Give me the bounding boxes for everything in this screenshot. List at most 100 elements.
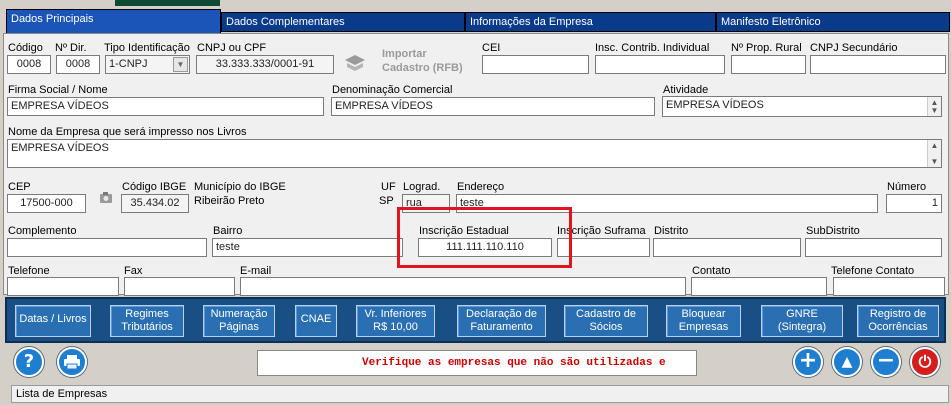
- codigo-field[interactable]: 0008: [7, 55, 51, 74]
- complemento-label: Complemento: [8, 225, 77, 237]
- button-label: Vr. Inferiores: [364, 308, 427, 320]
- status-text: Lista de Empresas: [16, 388, 108, 400]
- add-icon[interactable]: +: [793, 347, 823, 377]
- status-bar: Lista de Empresas: [11, 385, 949, 403]
- email-label: E-mail: [240, 265, 272, 277]
- registro-ocorrencias-button[interactable]: Registro de Ocorrências: [857, 305, 939, 337]
- num-dir-field[interactable]: 0008: [56, 55, 100, 74]
- denominacao-comercial-field[interactable]: EMPRESA VÍDEOS: [331, 97, 655, 116]
- printer-glyph: [64, 355, 80, 370]
- email-field[interactable]: [240, 277, 686, 296]
- button-label: Registro de: [869, 308, 927, 320]
- importar-cadastro-button[interactable]: Importar Cadastro (RFB): [340, 48, 470, 80]
- regimes-tributarios-button[interactable]: Regimes Tributários: [110, 305, 184, 337]
- print-icon[interactable]: [57, 347, 87, 377]
- scroll-down-icon[interactable]: ▼: [928, 106, 941, 115]
- tab-label: Dados Principais: [11, 13, 94, 25]
- tab-manifesto-eletronico[interactable]: Manifesto Eletrônico: [716, 12, 950, 32]
- button-label: Sócios: [589, 321, 623, 333]
- button-label: Cadastro de: [576, 308, 636, 320]
- codigo-label: Código: [8, 42, 43, 54]
- numero-field[interactable]: 1: [886, 194, 942, 213]
- button-label: Declaração de: [466, 308, 537, 320]
- cnpj-secundario-label: CNPJ Secundário: [810, 42, 898, 54]
- button-label: CNAE: [300, 313, 332, 325]
- cnpj-secundario-field[interactable]: [810, 55, 946, 74]
- bloquear-empresas-button[interactable]: Bloquear Empresas: [666, 305, 741, 337]
- distrito-field[interactable]: [653, 238, 801, 257]
- button-label: Ocorrências: [868, 321, 928, 333]
- cei-field[interactable]: [482, 55, 589, 74]
- cnpj-cpf-label: CNPJ ou CPF: [197, 42, 267, 54]
- help-icon[interactable]: ?: [14, 347, 44, 377]
- bairro-field[interactable]: teste: [212, 238, 403, 257]
- insc-contrib-field[interactable]: [595, 55, 725, 74]
- cep-field[interactable]: 17500-000: [7, 194, 86, 213]
- tipo-identificacao-select[interactable]: 1-CNPJ ▼: [105, 55, 190, 74]
- contato-label: Contato: [692, 265, 731, 277]
- telefone-contato-field[interactable]: [833, 277, 945, 296]
- button-label: R$ 10,00: [373, 321, 418, 333]
- cnae-button[interactable]: CNAE: [295, 305, 337, 337]
- scroll-down-icon[interactable]: ▼: [928, 157, 941, 166]
- fax-field[interactable]: [124, 277, 235, 296]
- button-label: Faturamento: [470, 321, 533, 333]
- atividade-value: EMPRESA VÍDEOS: [666, 99, 764, 111]
- nome-livros-value: EMPRESA VÍDEOS: [11, 142, 109, 154]
- tab-dados-principais[interactable]: Dados Principais: [6, 9, 221, 33]
- nome-livros-field[interactable]: EMPRESA VÍDEOS ▲ ▼: [7, 139, 942, 168]
- subdistrito-field[interactable]: [805, 238, 942, 257]
- uf-value: SP: [379, 195, 394, 207]
- tab-bar: Dados Principais Dados Complementares In…: [0, 0, 951, 33]
- codigo-ibge-label: Código IBGE: [122, 181, 187, 193]
- inscricao-estadual-highlight: [397, 207, 572, 268]
- distrito-label: Distrito: [654, 225, 689, 237]
- button-label: Tributários: [121, 321, 173, 333]
- cei-label: CEI: [482, 42, 501, 54]
- tab-informacoes-empresa[interactable]: Informações da Empresa: [465, 12, 716, 32]
- telefone-field[interactable]: [7, 277, 119, 296]
- power-icon[interactable]: ⏻: [910, 347, 940, 377]
- tab-strip-decoration: [115, 0, 220, 6]
- firma-social-field[interactable]: EMPRESA VÍDEOS: [7, 97, 324, 116]
- telefone-contato-label: Telefone Contato: [831, 265, 915, 277]
- insc-contrib-label: Insc. Contrib. Individual: [595, 42, 710, 54]
- up-arrow-icon[interactable]: ▲: [832, 347, 862, 377]
- button-label: Páginas: [219, 321, 259, 333]
- complemento-field[interactable]: [7, 238, 207, 257]
- numeracao-paginas-button[interactable]: Numeração Páginas: [203, 305, 275, 337]
- tipo-identificacao-value: 1-CNPJ: [109, 58, 148, 70]
- tab-label: Informações da Empresa: [470, 16, 593, 28]
- button-label: Datas / Livros: [19, 313, 87, 325]
- atividade-scrollbar[interactable]: ▲ ▼: [927, 97, 941, 116]
- atividade-field[interactable]: EMPRESA VÍDEOS ▲ ▼: [662, 96, 942, 117]
- prop-rural-field[interactable]: [731, 55, 806, 74]
- municipio-ibge-value: Ribeirão Preto: [194, 195, 265, 207]
- datas-livros-button[interactable]: Datas / Livros: [15, 305, 91, 337]
- chevron-down-icon[interactable]: ▼: [173, 57, 188, 72]
- tipo-identificacao-label: Tipo Identificação: [104, 42, 190, 54]
- vr-inferiores-button[interactable]: Vr. Inferiores R$ 10,00: [356, 305, 435, 337]
- nome-livros-scrollbar[interactable]: ▲ ▼: [927, 140, 941, 167]
- num-dir-label: Nº Dir.: [55, 42, 87, 54]
- button-label: Regimes: [125, 308, 169, 320]
- message-banner: Verifique as empresas que não são utiliz…: [257, 350, 697, 376]
- tab-dados-complementares[interactable]: Dados Complementares: [221, 12, 465, 32]
- gnre-sintegra-button[interactable]: GNRE (Sintegra): [761, 305, 843, 337]
- municipio-ibge-label: Município do IBGE: [194, 181, 286, 193]
- declaracao-faturamento-button[interactable]: Declaração de Faturamento: [457, 305, 546, 337]
- contato-field[interactable]: [691, 277, 827, 296]
- cep-label: CEP: [8, 181, 31, 193]
- endereco-label: Endereço: [457, 181, 505, 193]
- tab-label: Dados Complementares: [226, 16, 345, 28]
- cadastro-socios-button[interactable]: Cadastro de Sócios: [564, 305, 648, 337]
- ibge-lookup-icon[interactable]: [98, 190, 116, 206]
- import-rfb-icon: [345, 55, 365, 71]
- scroll-up-icon[interactable]: ▲: [928, 141, 941, 150]
- prop-rural-label: Nº Prop. Rural: [731, 42, 802, 54]
- codigo-ibge-field[interactable]: 35.434.02: [121, 194, 189, 213]
- cnpj-cpf-field[interactable]: 33.333.333/0001-91: [196, 55, 334, 74]
- nome-livros-label: Nome da Empresa que será impresso nos Li…: [8, 126, 247, 138]
- remove-icon[interactable]: −: [871, 347, 901, 377]
- action-button-bar: Datas / Livros Regimes Tributários Numera…: [5, 297, 946, 343]
